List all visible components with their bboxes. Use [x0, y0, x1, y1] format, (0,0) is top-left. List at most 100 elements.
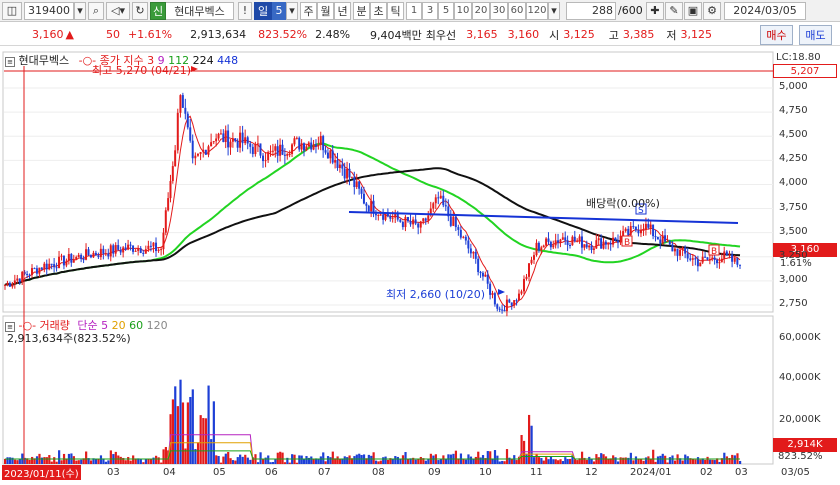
minute-10-button[interactable]: 10 — [454, 1, 472, 20]
candle-body — [659, 239, 662, 244]
layout-icon[interactable]: ◫ — [2, 1, 22, 20]
candle-body — [652, 224, 655, 237]
candle-body — [634, 226, 637, 231]
volume-bar — [269, 462, 272, 464]
candle-body — [533, 255, 536, 260]
candle-body — [607, 243, 610, 245]
vma-120-label[interactable]: 120 — [147, 319, 168, 332]
volume-bar — [338, 459, 342, 464]
volume-bar — [629, 452, 632, 464]
volume-bar — [202, 418, 205, 464]
zoom-icon[interactable]: ✚ — [646, 1, 664, 20]
volume-bar — [414, 459, 417, 464]
candle-body — [622, 231, 625, 236]
count-field[interactable]: 288 — [566, 1, 616, 20]
ma-448-label[interactable]: 448 — [217, 54, 238, 67]
volume-bar — [481, 455, 485, 464]
volume-bar — [723, 452, 726, 464]
minute-5-button[interactable]: 5 — [438, 1, 454, 20]
minute-dropdown-icon[interactable]: ▾ — [548, 1, 560, 20]
candle-body — [467, 240, 470, 249]
volume-bar — [132, 455, 135, 464]
period-minute-button[interactable]: 분 — [353, 1, 370, 20]
period-week-button[interactable]: 주 — [300, 1, 317, 20]
period-dropdown-icon[interactable]: ▾ — [286, 1, 298, 20]
candle-body — [493, 293, 496, 305]
candle-body — [142, 252, 145, 254]
stock-name-field[interactable]: 현대무벡스 — [166, 1, 234, 20]
period-minute-text: 분 — [356, 4, 367, 18]
x-end-label: 03/05 — [781, 467, 810, 478]
minute-60-button[interactable]: 60 — [508, 1, 526, 20]
stock-code-input[interactable]: 319400 — [24, 1, 74, 20]
candle-body — [77, 254, 80, 258]
candle-body — [119, 249, 122, 253]
save-icon[interactable]: ▣ — [684, 1, 702, 20]
minute-120-button[interactable]: 120 — [526, 1, 548, 20]
candle-body — [676, 248, 679, 256]
candle-body — [312, 144, 315, 150]
volume-bar — [699, 459, 702, 464]
volume-bar — [246, 457, 249, 464]
candle-body — [491, 293, 494, 295]
candle-body — [649, 224, 652, 228]
volume-bar — [215, 455, 218, 464]
volume-bar — [60, 460, 63, 464]
candle-body — [191, 140, 194, 159]
candle-body — [571, 236, 574, 246]
volume-bar — [614, 457, 617, 464]
minute-30-button[interactable]: 30 — [490, 1, 508, 20]
alert-icon[interactable]: ! — [238, 1, 252, 20]
panel-icon[interactable]: ≡ — [5, 57, 15, 67]
volume-bar — [234, 460, 237, 464]
minute-20-button[interactable]: 20 — [472, 1, 490, 20]
search-icon[interactable]: ⌕ — [88, 1, 104, 20]
candle-body — [452, 216, 455, 226]
candle-body — [619, 235, 622, 243]
volume-bar — [668, 457, 672, 464]
volume-bar — [503, 461, 506, 464]
buy-button[interactable]: 매수 — [760, 25, 793, 45]
sound-icon[interactable]: ◁▾ — [106, 1, 130, 20]
candle-body — [540, 247, 543, 251]
candle-body — [244, 137, 247, 144]
candle-body — [322, 136, 325, 151]
code-dropdown-icon[interactable]: ▾ — [74, 1, 86, 20]
vma-60-label[interactable]: 60 — [129, 319, 143, 332]
sell-button[interactable]: 매도 — [799, 25, 832, 45]
minute-1-button[interactable]: 1 — [406, 1, 422, 20]
ma-224-label[interactable]: 224 — [193, 54, 214, 67]
period-unit-button[interactable]: 일 — [254, 1, 272, 20]
quote-bar: 3,160 ▲ 50 +1.61% 2,913,634 823.52% 2.48… — [0, 24, 840, 46]
period-count-field[interactable]: 5 — [272, 1, 286, 20]
history-icon[interactable]: ↻ — [132, 1, 148, 20]
chart-canvas[interactable]: S B B — [0, 48, 840, 485]
settings-gear-icon[interactable]: ⚙ — [703, 1, 721, 20]
candle-body — [18, 278, 21, 283]
volume-bar — [547, 459, 550, 464]
drawing-tool-icon[interactable]: ✎ — [665, 1, 683, 20]
candle-body — [362, 193, 365, 204]
credit-badge-text: 신 — [152, 4, 164, 18]
candle-body — [377, 214, 380, 216]
volume-bar — [217, 456, 220, 464]
candle-body — [329, 150, 332, 159]
date-field[interactable]: 2024/03/05 — [724, 1, 806, 20]
candle-body — [434, 197, 437, 204]
candle-body — [295, 137, 298, 139]
price-panel-title[interactable]: 현대무벡스 — [19, 54, 70, 67]
period-year-button[interactable]: 년 — [334, 1, 351, 20]
period-second-button[interactable]: 초 — [370, 1, 387, 20]
volume-bar — [525, 453, 528, 464]
candle-body — [129, 244, 132, 246]
period-month-button[interactable]: 월 — [317, 1, 334, 20]
volume-bar — [196, 442, 200, 464]
volume-bar — [222, 456, 225, 464]
candle-body — [155, 242, 158, 251]
minute-3-button[interactable]: 3 — [422, 1, 438, 20]
volume-bar — [281, 452, 284, 464]
candle-body — [167, 198, 170, 211]
candle-body — [324, 150, 327, 153]
period-tick-button[interactable]: 틱 — [387, 1, 404, 20]
candle-body — [454, 216, 457, 228]
